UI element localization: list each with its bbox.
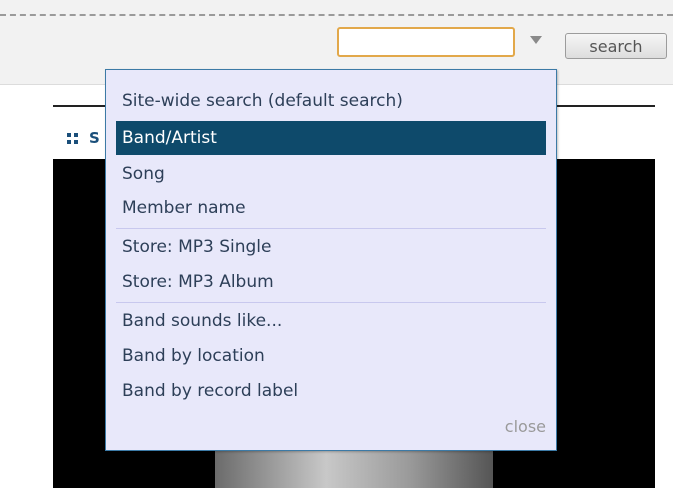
menu-item-song[interactable]: Song	[116, 157, 546, 191]
menu-item-member-name[interactable]: Member name	[116, 191, 546, 225]
menu-item-store-mp3-single[interactable]: Store: MP3 Single	[116, 230, 546, 264]
search-type-dropdown-menu: Site-wide search (default search) Band/A…	[105, 69, 557, 451]
menu-item-band-by-location[interactable]: Band by location	[116, 339, 546, 373]
menu-divider	[116, 228, 546, 229]
close-link[interactable]: close	[505, 417, 546, 436]
panel-title: S	[89, 129, 100, 147]
menu-item-band-by-record-label[interactable]: Band by record label	[116, 374, 546, 408]
dashed-divider	[0, 14, 673, 16]
chevron-down-icon[interactable]	[530, 36, 542, 44]
search-button[interactable]: search	[565, 33, 667, 59]
menu-item-band-sounds-like[interactable]: Band sounds like...	[116, 304, 546, 338]
search-input[interactable]	[337, 27, 515, 57]
menu-item-site-wide-search[interactable]: Site-wide search (default search)	[116, 84, 546, 118]
menu-divider	[116, 302, 546, 303]
menu-item-band-artist[interactable]: Band/Artist	[116, 121, 546, 155]
menu-item-store-mp3-album[interactable]: Store: MP3 Album	[116, 265, 546, 299]
grip-icon	[67, 133, 79, 145]
